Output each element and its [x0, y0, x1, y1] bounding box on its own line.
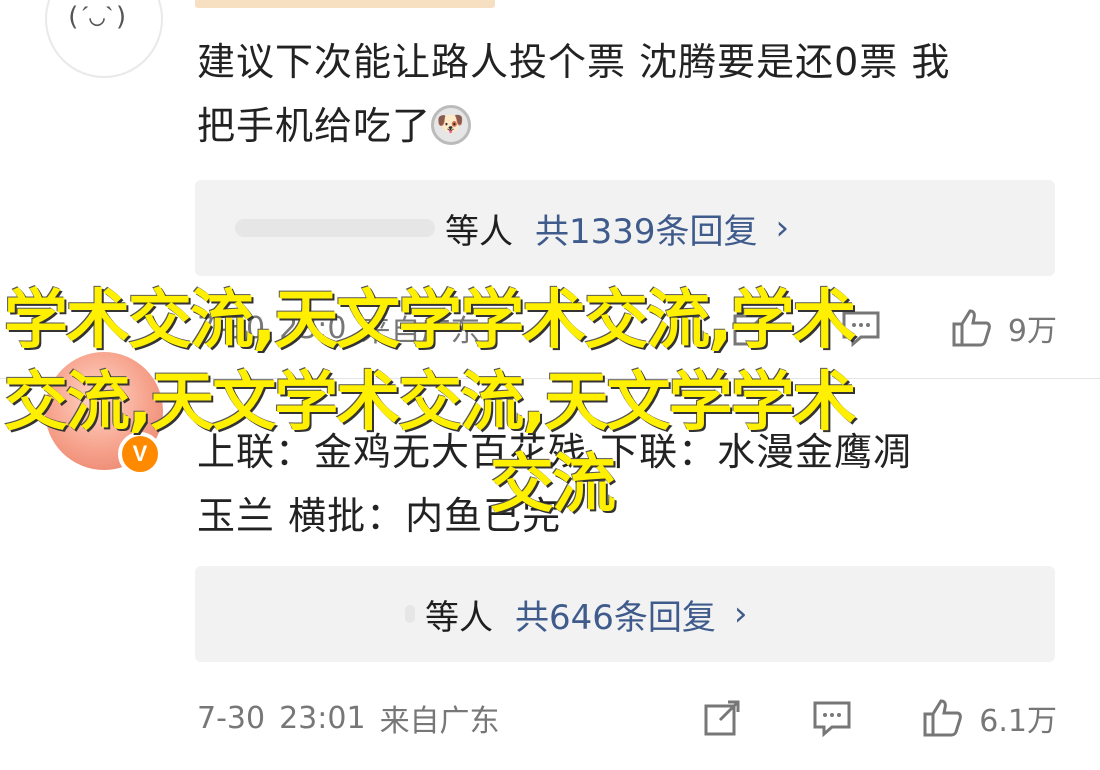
- replier-names-blurred: [405, 605, 415, 623]
- comment-icon[interactable]: [807, 693, 857, 743]
- reply-preview[interactable]: 等人 共646条回复 ›: [195, 566, 1055, 662]
- comment-line: 上联：金鸡无大百花残 下联：水漫金鹰凋: [197, 430, 913, 474]
- comment-date: 7-30: [197, 700, 266, 736]
- comment-time: 23:0: [279, 310, 347, 346]
- comment-icon[interactable]: [836, 303, 886, 353]
- comment-text: 上联：金鸡无大百花残 下联：水漫金鹰凋 玉兰 横批：内鱼已完: [197, 420, 1077, 548]
- avatar[interactable]: (ˊ◡ˋ): [45, 0, 163, 78]
- comment-time: 23:01: [279, 700, 366, 736]
- reply-count-link[interactable]: 共646条回复: [515, 590, 716, 639]
- comment-line: 把手机给吃了: [197, 104, 432, 148]
- comment-meta: 7-30 23:0 来自广东 9万: [197, 298, 1057, 358]
- comment-source: 来自广东: [360, 314, 481, 349]
- comment-meta: 7-30 23:01 来自广东 6.1万: [197, 688, 1057, 748]
- comment-date: 7-30: [197, 310, 266, 346]
- username-blurred: [195, 0, 495, 8]
- divider: [0, 378, 1100, 379]
- replier-names-blurred: [235, 219, 435, 237]
- comment-line: 玉兰 横批：内鱼已完: [197, 494, 562, 538]
- reply-suffix: 等人: [445, 211, 513, 252]
- like-count: 6.1万: [979, 704, 1057, 739]
- reply-preview[interactable]: 等人 共1339条回复 ›: [195, 180, 1055, 276]
- comment-text: 建议下次能让路人投个票 沈腾要是还0票 我 把手机给吃了 🐶: [197, 30, 1077, 158]
- like-count: 9万: [1007, 314, 1057, 349]
- comment-source: 来自广东: [379, 704, 500, 739]
- chevron-right-icon: ›: [733, 594, 748, 634]
- thumbs-up-icon[interactable]: [946, 303, 996, 353]
- reply-suffix: 等人: [425, 597, 493, 638]
- verified-badge: V: [118, 432, 162, 476]
- reply-count-link[interactable]: 共1339条回复: [535, 204, 758, 253]
- avatar-face-icon: (ˊ◡ˋ): [65, 2, 130, 32]
- chevron-right-icon: ›: [775, 208, 790, 248]
- share-icon[interactable]: [697, 693, 747, 743]
- share-icon[interactable]: [726, 303, 776, 353]
- comment-line: 建议下次能让路人投个票 沈腾要是还0票 我: [197, 40, 951, 84]
- thumbs-up-icon[interactable]: [917, 693, 967, 743]
- dog-face-icon: 🐶: [431, 104, 472, 145]
